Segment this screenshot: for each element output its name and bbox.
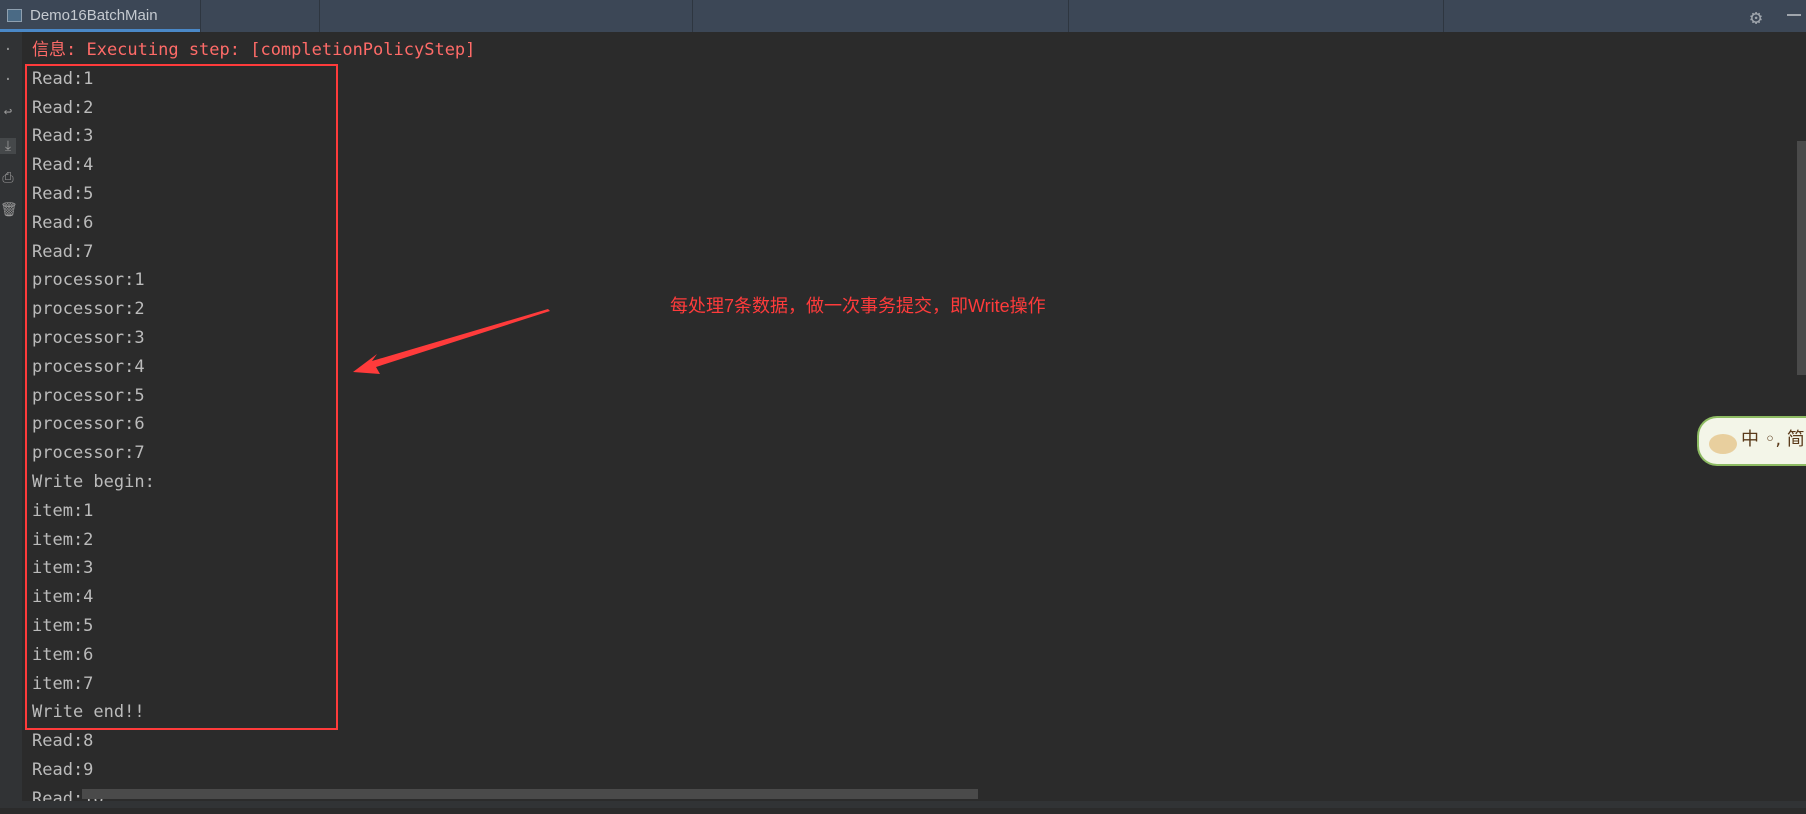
ime-status-widget[interactable]: 中 ◦, 简 [1697,416,1806,466]
arrow-shape [353,309,550,374]
horizontal-scrollbar[interactable] [82,789,978,799]
annotation-text: 每处理7条数据，做一次事务提交，即Write操作 [670,296,1046,316]
annotation-arrow [353,309,550,374]
ime-status-text: 中 ◦, 简 [1741,429,1805,450]
cat-icon [1709,434,1737,454]
vertical-scrollbar[interactable] [1797,141,1806,375]
bottom-bar [12,801,1806,808]
